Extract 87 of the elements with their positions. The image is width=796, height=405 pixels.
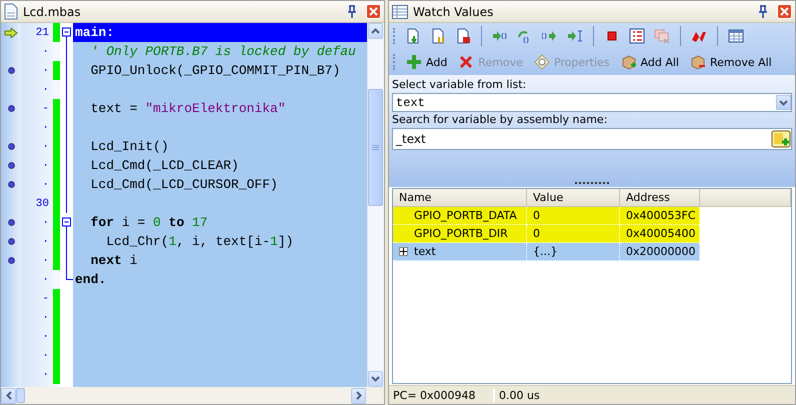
line-number: ·	[42, 254, 49, 266]
line-number: ·	[42, 274, 49, 286]
scroll-up-button[interactable]	[368, 23, 383, 39]
chevron-left-icon	[6, 391, 12, 400]
column-header[interactable]: Value	[527, 189, 620, 207]
chevron-up-icon	[371, 28, 380, 34]
line-number: 21	[36, 26, 49, 38]
value-cell: 0	[527, 225, 620, 243]
dot-icon	[8, 238, 14, 245]
search-field[interactable]: _text	[392, 128, 792, 150]
line-number: -	[42, 102, 49, 114]
line-number: ·	[42, 350, 49, 362]
name-cell[interactable]: text	[393, 243, 527, 261]
expand-button[interactable]	[399, 247, 408, 256]
chevron-down-icon	[371, 376, 380, 382]
name-cell[interactable]: GPIO_PORTB_DIR	[393, 225, 527, 243]
dot-icon	[8, 67, 14, 74]
dot-icon	[8, 219, 14, 226]
line-number: ·	[42, 178, 49, 190]
scrollbar-thumb[interactable]	[16, 388, 25, 403]
splitter-grip[interactable]	[575, 182, 609, 186]
dot-icon	[8, 143, 14, 150]
chevron-right-icon	[356, 391, 362, 400]
close-button[interactable]	[776, 4, 792, 20]
line-number: ·	[42, 46, 49, 58]
chevron-down-icon	[779, 100, 788, 106]
variable-name: GPIO_PORTB_DIR	[414, 227, 508, 240]
arrow-icon	[4, 28, 18, 38]
line-number: ·	[42, 330, 49, 342]
line-number: ·	[42, 140, 49, 152]
line-number: 30	[36, 198, 49, 210]
variable-name: text	[414, 245, 436, 258]
value-cell: {...}	[527, 243, 620, 261]
dot-icon	[8, 105, 14, 112]
plus-icon	[406, 54, 422, 70]
address-cell: 0x400053FC	[620, 207, 700, 225]
scroll-down-button[interactable]	[368, 371, 383, 387]
code-line: Lcd_Cmd(_LCD_CURSOR_OFF)	[90, 177, 278, 192]
column-header[interactable]: Address	[620, 189, 700, 207]
address-cell: 0x20000000	[620, 243, 700, 261]
table-icon	[392, 4, 408, 18]
scrollbar-thumb[interactable]	[368, 89, 383, 206]
fold-end-guide	[66, 270, 73, 280]
scroll-right-button[interactable]	[351, 388, 366, 404]
remove-all-button[interactable]: Remove All	[686, 51, 776, 73]
line-number: ·	[42, 236, 49, 248]
variable-name: GPIO_PORTB_DATA	[414, 209, 517, 222]
variable-dropdown[interactable]: text	[392, 93, 792, 112]
column-header[interactable]: Name	[393, 189, 527, 207]
address-cell: 0x40005400	[620, 225, 700, 243]
line-number: ·	[42, 84, 49, 96]
line-number: ·	[42, 312, 49, 324]
dot-icon	[8, 257, 14, 264]
code-line: Lcd_Chr(1, i, text[i-1])	[105, 234, 294, 249]
code-line: text = "mikroElektronika"	[90, 101, 286, 116]
scroll-left-button[interactable]	[1, 388, 16, 404]
line-number: ·	[42, 368, 49, 380]
document-icon	[4, 3, 18, 20]
code-line: GPIO_Unlock(_GPIO_COMMIT_PIN_B7)	[90, 63, 340, 78]
code-line: next i	[90, 253, 138, 268]
code-line: end.	[75, 272, 106, 287]
panel-title: Watch Values	[413, 4, 494, 18]
field-label: Select variable from list:	[392, 78, 528, 92]
add-table-icon	[771, 130, 791, 148]
add-button[interactable]: Add	[402, 51, 452, 73]
line-number: ·	[42, 122, 49, 134]
line-number: ·	[42, 160, 49, 172]
value-cell: 0	[527, 207, 620, 225]
line-number: -	[42, 292, 49, 304]
line-number: ·	[42, 64, 49, 76]
name-cell[interactable]: GPIO_PORTB_DATA	[393, 207, 527, 225]
code-line: for i = 0 to 17	[90, 215, 208, 230]
add-all-button[interactable]: Add All	[616, 51, 683, 73]
grip-icon	[372, 144, 379, 150]
dot-icon	[8, 162, 14, 169]
dot-icon	[8, 181, 14, 188]
code-line: ' Only PORTB.B7 is locked by defau	[90, 44, 356, 59]
editor-title: Lcd.mbas	[23, 4, 82, 18]
code-line: Lcd_Init()	[90, 139, 169, 154]
time-status: 0.00 us	[498, 388, 541, 402]
code-line: main:	[75, 25, 114, 40]
cross-icon	[458, 54, 474, 70]
close-button[interactable]	[365, 4, 381, 20]
pc-status: PC= 0x000948	[389, 388, 495, 402]
line-number: ·	[42, 216, 49, 228]
code-line: Lcd_Cmd(_LCD_CLEAR)	[90, 158, 239, 173]
field-label: Search for variable by assembly name:	[392, 113, 608, 127]
